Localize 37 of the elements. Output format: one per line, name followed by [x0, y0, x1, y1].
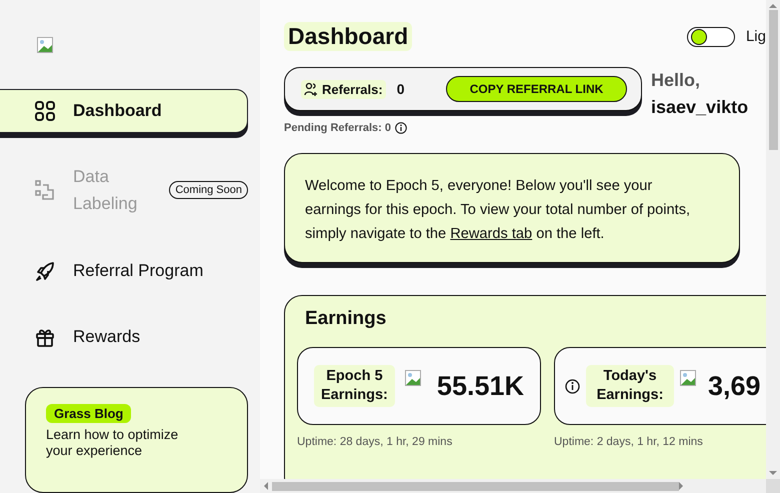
earnings-label: Today's Earnings:	[586, 365, 674, 407]
blog-text: Learn how to optimize your experience	[46, 426, 180, 459]
steps-icon	[35, 180, 55, 200]
coming-soon-badge: Coming Soon	[169, 181, 248, 200]
page-title: Dashboard	[284, 22, 412, 51]
blog-card[interactable]: Grass Blog Learn how to optimize your experience	[25, 386, 248, 493]
sidebar-item[interactable]: Referral Program	[0, 249, 248, 293]
sidebar-item[interactable]: Rewards	[0, 314, 248, 359]
rewards-link[interactable]: Rewards tab	[450, 226, 532, 242]
earnings-value: 3,69	[708, 370, 761, 402]
horizontal-scrollbar[interactable]	[260, 479, 766, 493]
gift-icon	[35, 326, 55, 347]
username: isaev_vikto	[651, 96, 748, 119]
vertical-scrollbar[interactable]	[766, 0, 780, 479]
user-plus-icon	[304, 82, 318, 96]
grid-icon	[35, 101, 55, 122]
pending-referrals: Pending Referrals: 0	[284, 122, 391, 134]
scrollbar-corner	[766, 479, 780, 493]
blog-tag: Grass Blog	[46, 404, 132, 423]
broken-image-icon	[404, 370, 421, 386]
referral-count: 0	[396, 81, 404, 97]
uptime-text: Uptime: 2 days, 1 hr, 12 mins	[554, 436, 704, 448]
earnings-value: 55.51K	[436, 370, 524, 402]
referrals-label: Referrals:	[301, 80, 386, 98]
info-icon	[565, 378, 580, 394]
rocket-icon	[35, 261, 55, 282]
uptime-text: Uptime: 28 days, 1 hr, 29 mins	[297, 436, 454, 448]
broken-image-icon	[37, 37, 53, 53]
greeting: Hello,	[651, 69, 702, 92]
info-icon	[394, 122, 407, 134]
copy-referral-button[interactable]: COPY REFERRAL LINK	[446, 76, 627, 102]
earnings-title: Earnings	[305, 308, 388, 330]
welcome-text: Welcome to Epoch 5, everyone! Below you'll see your earnings for this epoch. To view your total number of points, simply navigate to the Rewards tab on the left.	[305, 177, 692, 244]
broken-image-icon	[680, 370, 696, 386]
theme-toggle[interactable]	[686, 26, 735, 46]
earnings-label: Epoch 5 Earnings:	[314, 365, 395, 407]
toggle-label: Lig	[746, 28, 766, 45]
